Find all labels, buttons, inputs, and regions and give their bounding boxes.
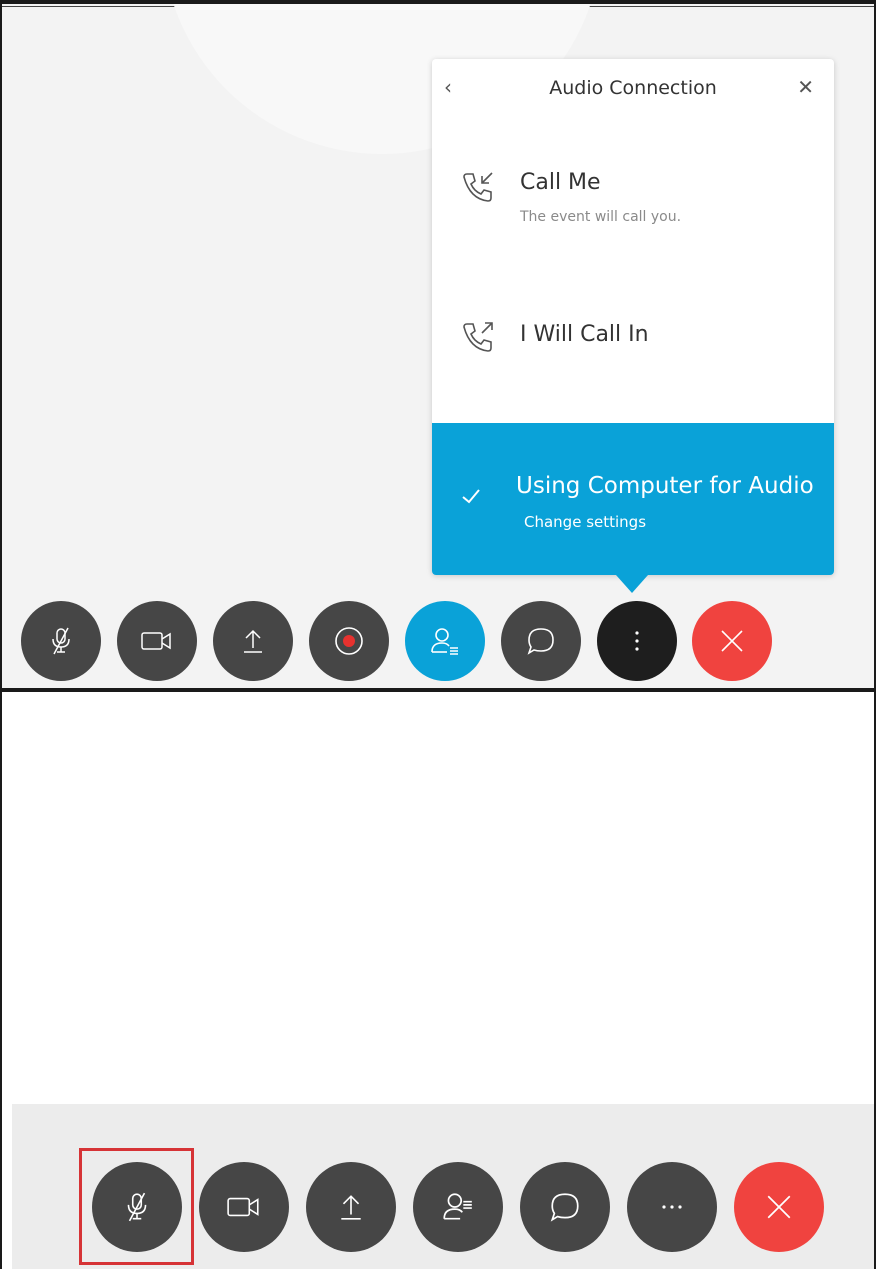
more-horizontal-icon xyxy=(662,1205,682,1209)
call-me-label: Call Me xyxy=(520,170,601,195)
leave-icon xyxy=(721,630,743,652)
video-button[interactable] xyxy=(199,1162,289,1252)
phone-incoming-icon xyxy=(463,172,493,202)
more-options-button[interactable] xyxy=(597,601,677,681)
meeting-toolbar-panel xyxy=(0,690,876,1269)
mute-button[interactable] xyxy=(21,601,101,681)
change-settings-link[interactable]: Change settings xyxy=(524,513,646,531)
close-icon[interactable]: ✕ xyxy=(797,75,814,99)
call-in-label: I Will Call In xyxy=(520,322,649,347)
share-button[interactable] xyxy=(213,601,293,681)
popover-title: Audio Connection xyxy=(549,77,717,99)
participants-icon xyxy=(443,1193,472,1220)
video-camera-icon xyxy=(227,1197,259,1217)
meeting-toolbar-bottom xyxy=(12,1104,874,1269)
record-button[interactable] xyxy=(309,601,389,681)
chat-button[interactable] xyxy=(501,601,581,681)
participants-button[interactable] xyxy=(405,601,485,681)
chat-button[interactable] xyxy=(520,1162,610,1252)
mute-button[interactable] xyxy=(92,1162,182,1252)
share-button[interactable] xyxy=(306,1162,396,1252)
leave-icon xyxy=(767,1195,791,1219)
video-button[interactable] xyxy=(117,601,197,681)
chat-icon xyxy=(550,1193,579,1222)
call-me-subtitle: The event will call you. xyxy=(520,209,682,225)
more-options-button[interactable] xyxy=(627,1162,717,1252)
check-icon xyxy=(462,489,480,504)
leave-button[interactable] xyxy=(734,1162,824,1252)
popover-pointer xyxy=(616,575,648,593)
phone-outgoing-icon xyxy=(463,322,493,352)
participants-button[interactable] xyxy=(413,1162,503,1252)
video-camera-icon xyxy=(141,632,171,650)
audio-connection-panel: ‹ Audio Connection ✕ Call Me The event w… xyxy=(0,0,876,690)
participants-icon xyxy=(431,628,458,655)
audio-connection-popover: ‹ Audio Connection ✕ Call Me The event w… xyxy=(432,59,834,575)
leave-button[interactable] xyxy=(692,601,772,681)
using-computer-audio-option[interactable]: Using Computer for Audio Change settings xyxy=(432,423,834,575)
mic-muted-icon xyxy=(127,1192,147,1222)
using-computer-audio-label: Using Computer for Audio xyxy=(516,473,814,499)
record-icon xyxy=(335,627,363,655)
chat-icon xyxy=(527,628,554,655)
mic-muted-icon xyxy=(52,627,70,655)
share-upload-icon xyxy=(341,1195,361,1220)
more-vertical-icon xyxy=(635,631,639,651)
share-upload-icon xyxy=(244,629,262,653)
